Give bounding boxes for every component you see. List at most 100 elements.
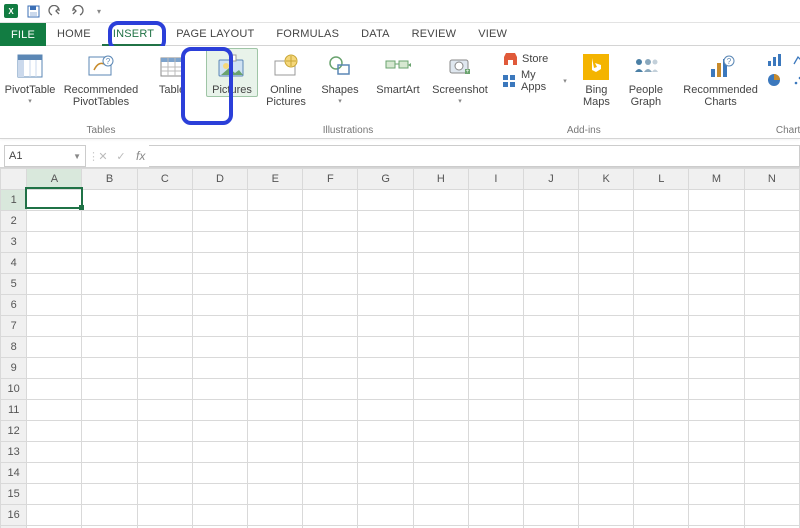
recommended-charts-button[interactable]: ? Recommended Charts — [678, 48, 764, 109]
cell[interactable] — [248, 463, 303, 484]
cell[interactable] — [744, 379, 799, 400]
column-header[interactable]: L — [634, 169, 689, 190]
cell[interactable] — [579, 421, 634, 442]
cell[interactable] — [137, 211, 192, 232]
cell[interactable] — [413, 295, 468, 316]
cell[interactable] — [579, 274, 634, 295]
cell[interactable] — [413, 358, 468, 379]
row-header[interactable]: 5 — [1, 274, 27, 295]
cell[interactable] — [192, 358, 247, 379]
cell[interactable] — [523, 190, 578, 211]
cell[interactable] — [579, 337, 634, 358]
cell[interactable] — [634, 379, 689, 400]
row-header[interactable]: 15 — [1, 484, 27, 505]
cell[interactable] — [248, 358, 303, 379]
column-header[interactable]: N — [744, 169, 799, 190]
cell[interactable] — [523, 484, 578, 505]
cell[interactable] — [82, 505, 137, 526]
row-header[interactable]: 1 — [1, 190, 27, 211]
cell[interactable] — [137, 253, 192, 274]
cell[interactable] — [82, 190, 137, 211]
cell[interactable] — [303, 358, 358, 379]
column-header[interactable]: B — [82, 169, 137, 190]
cell[interactable] — [689, 379, 744, 400]
cell[interactable] — [468, 400, 523, 421]
cell[interactable] — [137, 274, 192, 295]
cell[interactable] — [192, 232, 247, 253]
cell[interactable] — [82, 295, 137, 316]
cell[interactable] — [27, 337, 82, 358]
cell[interactable] — [744, 421, 799, 442]
cell[interactable] — [358, 274, 413, 295]
cell[interactable] — [248, 484, 303, 505]
cell[interactable] — [358, 337, 413, 358]
cell[interactable] — [137, 400, 192, 421]
cell[interactable] — [523, 337, 578, 358]
cell[interactable] — [523, 295, 578, 316]
cell[interactable] — [579, 463, 634, 484]
cell[interactable] — [579, 484, 634, 505]
cell[interactable] — [303, 379, 358, 400]
bar-chart-icon[interactable] — [766, 52, 784, 68]
save-icon[interactable] — [26, 4, 40, 18]
cell[interactable] — [744, 358, 799, 379]
cell[interactable] — [303, 400, 358, 421]
cell[interactable] — [82, 211, 137, 232]
cell[interactable] — [634, 253, 689, 274]
cell[interactable] — [523, 274, 578, 295]
cell[interactable] — [27, 253, 82, 274]
cell[interactable] — [27, 484, 82, 505]
column-header[interactable]: D — [192, 169, 247, 190]
cell[interactable] — [27, 463, 82, 484]
cell[interactable] — [744, 232, 799, 253]
store-button[interactable]: Store — [498, 48, 571, 70]
scatter-chart-icon[interactable] — [792, 72, 800, 88]
cell[interactable] — [303, 274, 358, 295]
cell[interactable] — [358, 358, 413, 379]
cell[interactable] — [579, 295, 634, 316]
cell[interactable] — [579, 232, 634, 253]
cell[interactable] — [744, 211, 799, 232]
cell[interactable] — [468, 211, 523, 232]
cell[interactable] — [192, 253, 247, 274]
cell[interactable] — [248, 337, 303, 358]
cell[interactable] — [689, 400, 744, 421]
cell[interactable] — [689, 190, 744, 211]
cell[interactable] — [468, 316, 523, 337]
undo-icon[interactable] — [48, 4, 62, 18]
cell[interactable] — [82, 358, 137, 379]
cell[interactable] — [579, 379, 634, 400]
cell[interactable] — [192, 505, 247, 526]
cell[interactable] — [413, 505, 468, 526]
cell[interactable] — [358, 442, 413, 463]
cell[interactable] — [192, 484, 247, 505]
pivottable-button[interactable]: PivotTable▾ — [4, 48, 56, 109]
tab-formulas[interactable]: FORMULAS — [265, 23, 350, 46]
cell[interactable] — [27, 505, 82, 526]
cell[interactable] — [523, 463, 578, 484]
cell[interactable] — [27, 400, 82, 421]
cell[interactable] — [358, 505, 413, 526]
cell[interactable] — [303, 295, 358, 316]
cell[interactable] — [303, 505, 358, 526]
cell[interactable] — [579, 505, 634, 526]
cell[interactable] — [634, 421, 689, 442]
cell[interactable] — [413, 232, 468, 253]
cell[interactable] — [468, 505, 523, 526]
cell[interactable] — [744, 400, 799, 421]
cell[interactable] — [27, 211, 82, 232]
cell[interactable] — [634, 400, 689, 421]
column-header[interactable]: F — [303, 169, 358, 190]
cell[interactable] — [192, 421, 247, 442]
cell[interactable] — [358, 190, 413, 211]
cell[interactable] — [27, 274, 82, 295]
cell[interactable] — [303, 463, 358, 484]
cell[interactable] — [137, 463, 192, 484]
cell[interactable] — [689, 316, 744, 337]
cell[interactable] — [248, 190, 303, 211]
cell[interactable] — [303, 316, 358, 337]
cell[interactable] — [413, 253, 468, 274]
cell[interactable] — [634, 337, 689, 358]
cell[interactable] — [468, 190, 523, 211]
row-header[interactable]: 13 — [1, 442, 27, 463]
